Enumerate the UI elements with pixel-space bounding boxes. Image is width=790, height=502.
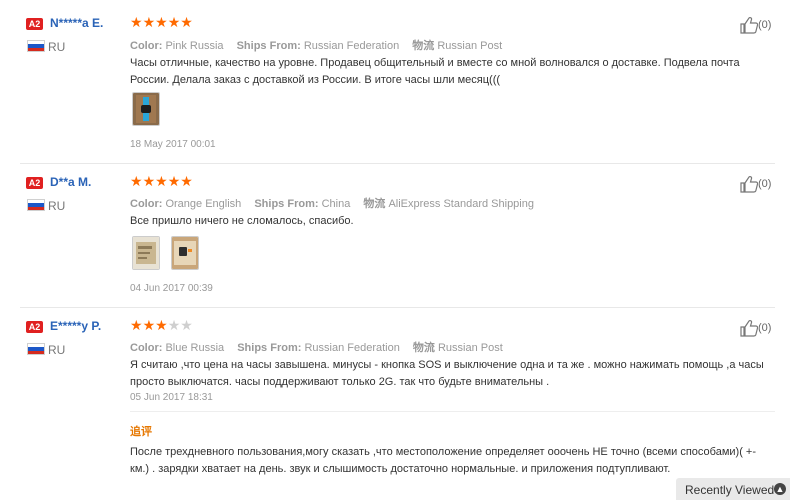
divider (20, 163, 775, 164)
russia-flag-icon (27, 40, 45, 52)
ships-from-value: Russian Federation (303, 40, 400, 52)
package-photo-icon (133, 237, 159, 269)
russia-flag-icon (27, 343, 45, 355)
star-rating: ★★★★★ (130, 15, 193, 29)
reviewer-name[interactable]: D**a M. (50, 175, 91, 189)
star-icon: ★ (130, 14, 143, 30)
color-value: Orange English (165, 198, 242, 210)
buyer-level-badge: A2 (26, 177, 43, 189)
buyer-level-badge: A2 (26, 321, 43, 333)
review-text: Часы отличные, качество на уровне. Прода… (130, 57, 740, 86)
logistics-value: Russian Post (437, 342, 503, 354)
logistics-value: Russian Post (437, 40, 503, 52)
review-text: Я считаю ,что цена на часы завышена. мин… (130, 359, 764, 388)
additional-feedback-label: 追评 (130, 426, 152, 438)
reviewer-country: RU (48, 343, 66, 357)
reviewer-country: RU (48, 199, 66, 213)
star-icon: ★ (155, 317, 168, 333)
helpful-count: (0) (758, 18, 772, 31)
logistics-label: 物流 (412, 342, 435, 354)
thumbs-up-icon (740, 17, 758, 34)
star-icon: ★ (130, 317, 143, 333)
review-photo-thumbnail[interactable] (171, 236, 199, 270)
recently-viewed-tab[interactable]: Recently Viewed ▲ (676, 478, 790, 500)
helpful-button[interactable]: (0) (740, 16, 771, 34)
logistics-value: AliExpress Standard Shipping (388, 198, 534, 210)
color-value: Pink Russia (165, 40, 224, 52)
star-rating: ★★★★★ (130, 174, 193, 188)
color-label: Color: (130, 40, 163, 52)
review-photo-thumbnail[interactable] (132, 92, 160, 126)
star-icon: ★ (130, 173, 143, 189)
order-info: Color: Pink Russia Ships From: Russian F… (130, 37, 512, 53)
star-icon: ★ (155, 173, 168, 189)
review-date: 05 Jun 2017 18:31 (130, 392, 213, 403)
thumbs-up-icon (740, 176, 758, 193)
star-icon: ★ (142, 173, 156, 189)
divider (20, 307, 775, 308)
russia-flag-icon (27, 199, 45, 211)
logistics-label: 物流 (363, 198, 386, 210)
thumbs-up-icon (740, 320, 758, 337)
ships-from-value: Russian Federation (304, 342, 400, 354)
star-icon: ★ (142, 14, 156, 30)
star-icon: ★ (180, 14, 193, 30)
star-rating: ★★★★★ (130, 318, 193, 332)
reviewer-name[interactable]: E*****y P. (50, 319, 101, 333)
watch-photo-icon (133, 93, 159, 125)
star-icon: ★ (155, 14, 168, 30)
color-label: Color: (130, 198, 163, 210)
ships-from-label: Ships From: (237, 342, 302, 354)
buyer-level-badge: A2 (26, 18, 43, 30)
star-empty-icon: ★ (180, 317, 193, 333)
review-date: 18 May 2017 00:01 (130, 139, 216, 150)
order-info: Color: Blue Russia Ships From: Russian F… (130, 339, 513, 355)
color-value: Blue Russia (165, 342, 225, 354)
helpful-button[interactable]: (0) (740, 175, 771, 193)
reviewer-country: RU (48, 40, 66, 54)
logistics-label: 物流 (412, 40, 435, 52)
reviewer-name[interactable]: N*****a E. (50, 16, 103, 30)
additional-divider (130, 411, 775, 412)
recently-viewed-label: Recently Viewed (685, 483, 775, 497)
star-icon: ★ (167, 173, 181, 189)
review-text: Все пришло ничего не сломалось, спасибо. (130, 215, 354, 227)
chevron-up-icon: ▲ (774, 483, 786, 495)
ships-from-value: China (321, 198, 351, 210)
star-icon: ★ (142, 317, 156, 333)
star-empty-icon: ★ (167, 317, 181, 333)
ships-from-label: Ships From: (236, 40, 301, 52)
star-icon: ★ (180, 173, 193, 189)
helpful-count: (0) (758, 321, 772, 334)
helpful-count: (0) (758, 177, 772, 190)
helpful-button[interactable]: (0) (740, 319, 771, 337)
ships-from-label: Ships From: (254, 198, 319, 210)
order-info: Color: Orange English Ships From: China … (130, 195, 544, 211)
additional-feedback-text: После трехдневного пользования,могу сказ… (130, 446, 757, 475)
review-date: 04 Jun 2017 00:39 (130, 283, 213, 294)
color-label: Color: (130, 342, 163, 354)
review-photo-thumbnail[interactable] (132, 236, 160, 270)
star-icon: ★ (167, 14, 181, 30)
watch-photo-icon (172, 237, 198, 269)
